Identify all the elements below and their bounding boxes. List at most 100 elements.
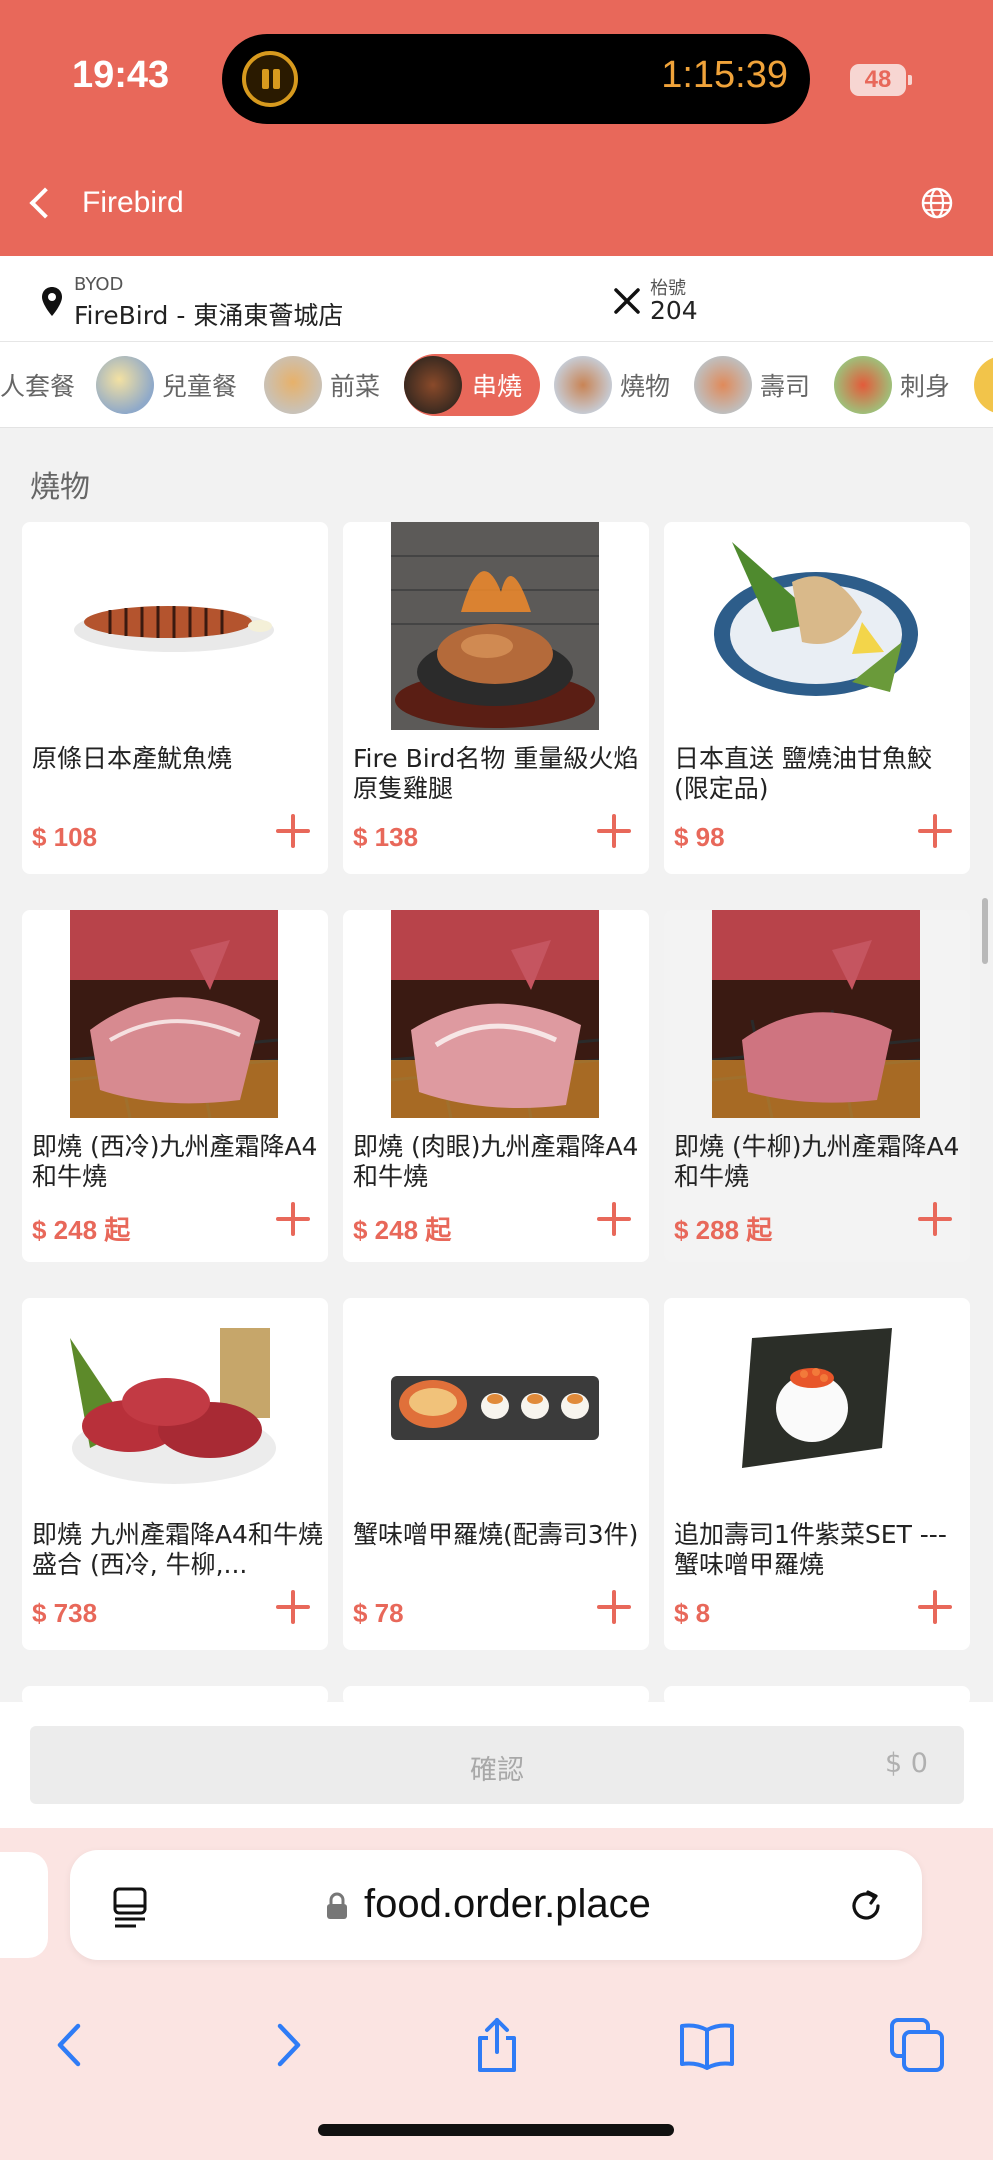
order-total: $ 0 — [885, 1748, 928, 1779]
add-icon[interactable] — [918, 1590, 952, 1624]
forward-icon[interactable] — [258, 2016, 316, 2074]
menu-item-card[interactable]: 即燒 (肉眼)九州產霜降A4和牛燒 $ 248 起 — [343, 910, 649, 1262]
item-price: $ 108 — [32, 822, 98, 852]
back-chevron-icon[interactable] — [26, 188, 54, 220]
item-price: $ 98 — [674, 822, 725, 852]
tab-kids-meal[interactable]: 兒童餐 — [96, 354, 237, 416]
item-name: 即燒 (牛柳)九州產霜降A4和牛燒 — [674, 1132, 960, 1191]
store-name: FireBird - 東涌東薈城店 — [74, 301, 344, 330]
confirm-bar: 確認 $ 0 — [0, 1702, 993, 1828]
tab-sashimi[interactable]: 刺身 — [834, 354, 950, 416]
category-thumbnail — [554, 356, 612, 414]
wagyu-ribeye-image — [391, 910, 599, 1118]
item-name: 蟹味噌甲羅燒(配壽司3件) — [353, 1520, 639, 1549]
tabs-icon[interactable] — [888, 2016, 946, 2074]
share-icon[interactable] — [468, 2016, 526, 2074]
tab-sushi[interactable]: 壽司 — [694, 354, 810, 416]
category-thumbnail — [404, 356, 462, 414]
category-thumbnail — [694, 356, 752, 414]
category-label: 串燒 — [472, 372, 523, 401]
back-icon[interactable] — [42, 2016, 100, 2074]
wagyu-tenderloin-image — [712, 910, 920, 1118]
add-icon[interactable] — [597, 1202, 631, 1236]
add-icon[interactable] — [597, 814, 631, 848]
page-title: Firebird — [82, 186, 184, 219]
wagyu-sirloin-image — [70, 910, 278, 1118]
confirm-label: 確認 — [470, 1755, 524, 1786]
confirm-button[interactable]: 確認 $ 0 — [30, 1726, 964, 1804]
category-thumbnail — [974, 356, 993, 414]
add-icon[interactable] — [276, 1202, 310, 1236]
globe-icon[interactable] — [920, 186, 954, 220]
item-name: 即燒 九州產霜降A4和牛燒盛合 (西冷, 牛柳,... — [32, 1520, 323, 1579]
item-name: 即燒 (肉眼)九州產霜降A4和牛燒 — [353, 1132, 639, 1191]
menu-item-card[interactable]: 即燒 (牛柳)九州產霜降A4和牛燒 $ 288 起 — [664, 910, 970, 1262]
menu-item-card[interactable]: 原條日本產魷魚燒 $ 108 — [22, 522, 328, 874]
add-icon[interactable] — [597, 1590, 631, 1624]
squid-dish-image — [74, 606, 274, 652]
chicken-leg-image — [391, 522, 599, 730]
tab-more[interactable] — [974, 354, 993, 416]
reload-icon[interactable] — [846, 1886, 886, 1926]
tab-set-meal[interactable]: 人套餐 — [0, 354, 75, 416]
utensils-icon — [614, 288, 640, 314]
menu-item-card[interactable]: 蟹味噌甲羅燒(配壽司3件) $ 78 — [343, 1298, 649, 1650]
item-name: Fire Bird名物 重量級火焰原隻雞腿 — [353, 744, 639, 803]
section-title: 燒物 — [30, 470, 90, 505]
item-name: 日本直送 鹽燒油甘魚鮫(限定品) — [674, 744, 932, 803]
category-label: 燒物 — [620, 372, 671, 401]
home-indicator[interactable] — [318, 2124, 674, 2136]
item-price: $ 288 起 — [674, 1215, 773, 1245]
app-header: 19:43 1:15:39 48 Firebird — [0, 0, 993, 256]
category-label: 前菜 — [330, 372, 381, 401]
category-label: 壽司 — [760, 372, 811, 401]
category-thumbnail — [264, 356, 322, 414]
tab-skewers[interactable]: 串燒 — [404, 354, 541, 416]
menu-item-card[interactable]: 追加壽司1件紫菜SET --- 蟹味噌甲羅燒 $ 8 — [664, 1298, 970, 1650]
add-icon[interactable] — [918, 1202, 952, 1236]
add-icon[interactable] — [276, 814, 310, 848]
battery-indicator: 48 — [850, 64, 912, 96]
wagyu-platter-image — [70, 1328, 276, 1484]
location-pin-icon — [42, 287, 62, 316]
address-bar[interactable]: food.order.place — [70, 1850, 922, 1960]
menu-item-card[interactable]: 即燒 (西冷)九州產霜降A4和牛燒 $ 248 起 — [22, 910, 328, 1262]
lock-icon — [327, 1892, 347, 1919]
tab-grilled[interactable]: 燒物 — [554, 354, 670, 416]
dynamic-island[interactable]: 1:15:39 — [222, 34, 810, 124]
item-price: $ 248 起 — [32, 1215, 131, 1245]
menu-item-card[interactable]: 即燒 九州產霜降A4和牛燒盛合 (西冷, 牛柳,... $ 738 — [22, 1298, 328, 1650]
item-name: 即燒 (西冷)九州產霜降A4和牛燒 — [32, 1132, 318, 1191]
item-price: $ 78 — [353, 1598, 404, 1628]
category-label: 刺身 — [900, 372, 951, 401]
category-label: 兒童餐 — [162, 372, 238, 401]
add-icon[interactable] — [918, 814, 952, 848]
item-price: $ 738 — [32, 1598, 98, 1628]
tab-appetizer[interactable]: 前菜 — [264, 354, 380, 416]
url-text: food.order.place — [364, 1882, 651, 1926]
scrollbar[interactable] — [982, 898, 988, 964]
order-info-row: BYOD FireBird - 東涌東薈城店 枱號 204 — [0, 256, 993, 342]
category-thumbnail — [96, 356, 154, 414]
bookmarks-icon[interactable] — [678, 2016, 736, 2074]
table-number: 204 — [650, 296, 698, 325]
timer-readout: 1:15:39 — [661, 54, 788, 96]
status-time: 19:43 — [72, 54, 170, 96]
item-price: $ 248 起 — [353, 1215, 452, 1245]
nori-sushi-set-image — [742, 1328, 892, 1468]
add-icon[interactable] — [276, 1590, 310, 1624]
menu-item-card[interactable]: 日本直送 鹽燒油甘魚鮫(限定品) $ 98 — [664, 522, 970, 874]
previous-tab-edge[interactable] — [0, 1852, 48, 1958]
item-name: 原條日本產魷魚燒 — [32, 744, 233, 773]
menu-item-card[interactable]: Fire Bird名物 重量級火焰原隻雞腿 $ 138 — [343, 522, 649, 874]
item-price: $ 138 — [353, 822, 419, 852]
crab-miso-shell-image — [391, 1376, 599, 1440]
category-thumbnail — [834, 356, 892, 414]
category-tabs: 人套餐 兒童餐 前菜 串燒 燒物 壽司 刺身 — [0, 342, 993, 428]
pause-icon[interactable] — [242, 51, 298, 107]
item-price: $ 8 — [674, 1598, 711, 1628]
category-label: 人套餐 — [0, 372, 76, 401]
yellowtail-collar-image — [714, 542, 918, 696]
item-name: 追加壽司1件紫菜SET --- 蟹味噌甲羅燒 — [674, 1520, 947, 1579]
page-menu-icon[interactable] — [112, 1886, 150, 1928]
